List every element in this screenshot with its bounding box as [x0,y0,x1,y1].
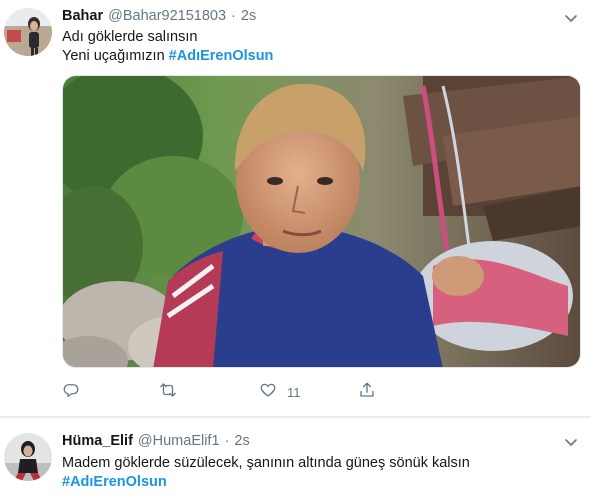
timestamp[interactable]: 2s [234,433,249,449]
like-icon [259,381,277,404]
separator-dot: · [224,433,230,449]
timestamp[interactable]: 2s [241,8,256,24]
chevron-down-icon[interactable] [563,10,579,26]
share-button[interactable] [358,380,376,404]
tweet-text-line-2: #AdıErenOlsun [62,473,167,492]
retweet-button[interactable] [159,380,177,404]
tweet-text-line-1: Madem göklerde süzülecek, şanının altınd… [62,455,470,471]
display-name[interactable]: Bahar [62,8,103,24]
like-count: 11 [287,384,301,400]
retweet-icon [159,381,177,404]
tweet-header: Bahar @Bahar92151803 · 2s [62,6,256,26]
like-button[interactable]: 11 [259,380,301,404]
share-icon [358,381,376,404]
tweet-header: Hüma_Elif @HumaElif1 · 2s [62,431,250,451]
tweet-text-line-2: Yeni uçağımızın #AdıErenOlsun [62,47,273,66]
avatar[interactable] [4,8,52,56]
user-handle[interactable]: @Bahar92151803 [108,8,226,24]
hashtag-link[interactable]: #AdıErenOlsun [62,474,167,490]
separator-dot: · [231,8,236,24]
tweet-text-line-1: Adı göklerde salınsın [62,29,198,45]
chevron-down-icon[interactable] [563,434,579,450]
tweet: Bahar @Bahar92151803 · 2s Adı göklerde s… [0,0,591,418]
tweet: Hüma_Elif @HumaElif1 · 2s Madem göklerde… [0,418,591,495]
tweet-actions: 11 [62,380,482,404]
avatar[interactable] [4,433,52,481]
tweet-photo[interactable] [62,75,581,368]
reply-button[interactable] [62,380,80,404]
display-name[interactable]: Hüma_Elif [62,433,133,449]
user-handle[interactable]: @HumaElif1 [138,433,220,449]
reply-icon [62,381,80,404]
hashtag-link[interactable]: #AdıErenOlsun [169,48,274,64]
tweet-text: Yeni uçağımızın [62,48,169,64]
